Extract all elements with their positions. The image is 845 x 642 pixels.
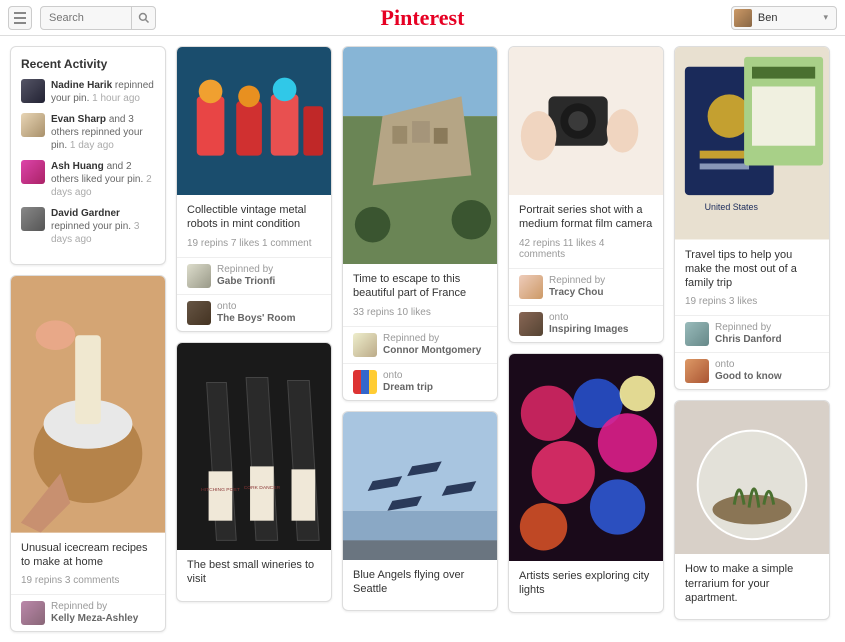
- pin-meta[interactable]: Repinned byChris Danford: [675, 315, 829, 352]
- pin-image: [343, 47, 497, 264]
- pin-card[interactable]: How to make a simple terrarium for your …: [674, 400, 830, 620]
- avatar: [21, 79, 45, 103]
- pin-stats: 19 repins 3 comments: [21, 575, 155, 586]
- pin-card[interactable]: Unusual icecream recipes to make at home…: [10, 275, 166, 632]
- pin-meta[interactable]: Repinned byConnor Montgomery: [343, 326, 497, 363]
- search-icon[interactable]: [131, 7, 155, 29]
- avatar: [21, 113, 45, 137]
- pin-title: Unusual icecream recipes to make at home: [21, 541, 155, 570]
- pin-meta[interactable]: ontoGood to know: [675, 352, 829, 389]
- pin-meta[interactable]: ontoInspiring Images: [509, 305, 663, 342]
- user-name: Ben: [758, 12, 778, 24]
- pin-image: [343, 412, 497, 560]
- pin-title: Travel tips to help you make the most ou…: [685, 248, 819, 291]
- pin-image: [509, 354, 663, 561]
- pin-title: The best small wineries to visit: [187, 558, 321, 587]
- activity-item[interactable]: David Gardner repinned your pin. 3 days …: [21, 207, 155, 246]
- activity-item[interactable]: Evan Sharp and 3 others repinned your pi…: [21, 113, 155, 152]
- search-input[interactable]: [41, 12, 131, 24]
- pin-title: Collectible vintage metal robots in mint…: [187, 203, 321, 232]
- activity-item[interactable]: Nadine Harik repinned your pin. 1 hour a…: [21, 79, 155, 105]
- pin-card[interactable]: Artists series exploring city lights: [508, 353, 664, 613]
- header: Pinterest Ben ▾: [0, 0, 845, 36]
- avatar: [353, 333, 377, 357]
- pin-card[interactable]: HITCHING POST CORK DANCER The best small …: [176, 342, 332, 602]
- avatar: [187, 264, 211, 288]
- pin-image: United States: [675, 47, 829, 240]
- pin-title: Time to escape to this beautiful part of…: [353, 272, 487, 301]
- pin-image: [675, 401, 829, 554]
- logo[interactable]: Pinterest: [381, 5, 465, 31]
- avatar: [21, 601, 45, 625]
- pin-meta[interactable]: Repinned byTracy Chou: [509, 268, 663, 305]
- pin-image: HITCHING POST CORK DANCER: [177, 343, 331, 550]
- chevron-down-icon: ▾: [823, 12, 828, 23]
- avatar: [685, 322, 709, 346]
- pin-stats: 42 repins 11 likes 4 comments: [519, 238, 653, 260]
- menu-button[interactable]: [8, 6, 32, 30]
- pin-title: Portrait series shot with a medium forma…: [519, 203, 653, 232]
- board-thumb: [353, 370, 377, 394]
- avatar: [21, 160, 45, 184]
- pin-meta[interactable]: ontoThe Boys' Room: [177, 294, 331, 331]
- activity-item[interactable]: Ash Huang and 2 others liked your pin. 2…: [21, 160, 155, 199]
- board-thumb: [685, 359, 709, 383]
- board-thumb: [519, 312, 543, 336]
- pin-title: Blue Angels flying over Seattle: [353, 568, 487, 597]
- avatar: [21, 207, 45, 231]
- svg-text:HITCHING POST: HITCHING POST: [201, 487, 240, 493]
- pin-card[interactable]: Time to escape to this beautiful part of…: [342, 46, 498, 401]
- pin-grid: Recent Activity Nadine Harik repinned yo…: [0, 36, 845, 642]
- avatar: [519, 275, 543, 299]
- pin-meta[interactable]: Repinned byKelly Meza-Ashley: [11, 594, 165, 631]
- pin-image: [177, 47, 331, 195]
- board-thumb: [187, 301, 211, 325]
- avatar: [734, 9, 752, 27]
- pin-image: [509, 47, 663, 195]
- pin-card[interactable]: Collectible vintage metal robots in mint…: [176, 46, 332, 332]
- pin-card[interactable]: Blue Angels flying over Seattle: [342, 411, 498, 612]
- search-box: [40, 6, 156, 30]
- pin-meta[interactable]: ontoDream trip: [343, 363, 497, 400]
- pin-title: Artists series exploring city lights: [519, 569, 653, 598]
- pin-image: [11, 276, 165, 533]
- pin-stats: 33 repins 10 likes: [353, 307, 487, 318]
- pin-stats: 19 repins 3 likes: [685, 296, 819, 307]
- svg-text:United States: United States: [705, 202, 759, 212]
- pin-card[interactable]: United States Travel tips to help you ma…: [674, 46, 830, 390]
- pin-meta[interactable]: Repinned byGabe Trionfi: [177, 257, 331, 294]
- recent-activity-card: Recent Activity Nadine Harik repinned yo…: [10, 46, 166, 265]
- activity-heading: Recent Activity: [21, 57, 155, 71]
- pin-title: How to make a simple terrarium for your …: [685, 562, 819, 605]
- user-menu[interactable]: Ben ▾: [731, 6, 837, 30]
- pin-card[interactable]: Portrait series shot with a medium forma…: [508, 46, 664, 343]
- svg-text:CORK DANCER: CORK DANCER: [244, 485, 281, 491]
- pin-stats: 19 repins 7 likes 1 comment: [187, 238, 321, 249]
